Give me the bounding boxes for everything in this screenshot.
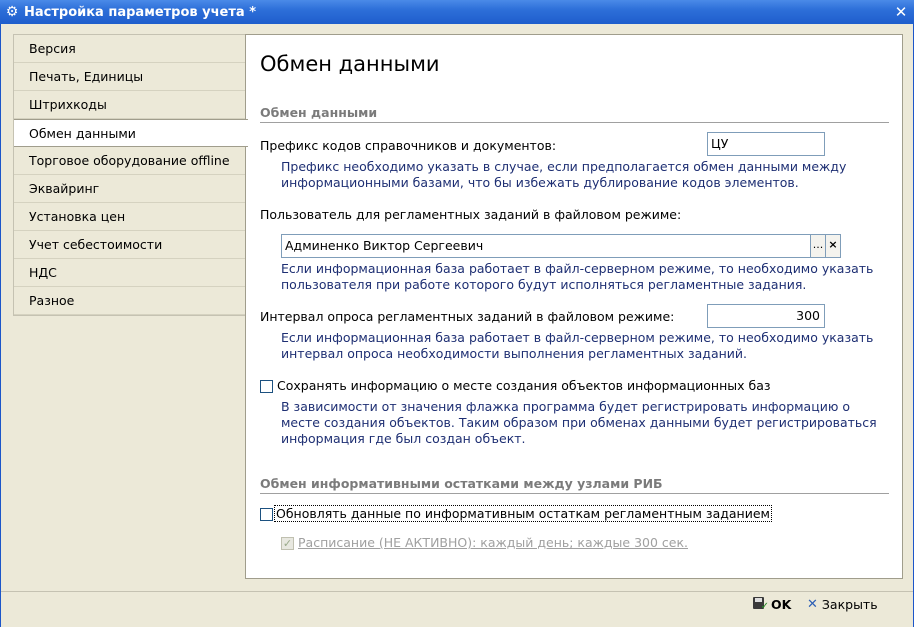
section-header-rib: Обмен информативными остатками между узл… [260, 476, 663, 491]
interval-hint-line-1: Если информационная база работает в файл… [281, 330, 874, 345]
interval-label: Интервал опроса регламентных заданий в ф… [260, 309, 675, 324]
schedule-link: Расписание (НЕ АКТИВНО): каждый день; ка… [298, 535, 688, 550]
prefix-hint-line-1: Префикс необходимо указать в случае, есл… [281, 159, 847, 174]
save-info-checkbox[interactable] [260, 380, 273, 393]
sidebar: Версия Печать, Единицы Штрихкоды Обмен д… [13, 34, 248, 316]
prefix-input[interactable]: ЦУ [707, 132, 825, 156]
user-label: Пользователь для регламентных заданий в … [260, 207, 682, 222]
sidebar-item-acquiring[interactable]: Эквайринг [14, 175, 245, 203]
sidebar-item-vat[interactable]: НДС [14, 259, 245, 287]
save-info-hint-line-2: месте создания объектов. Таким образом п… [281, 415, 877, 430]
sidebar-item-misc[interactable]: Разное [14, 287, 245, 315]
window-title: Настройка параметров учета * [24, 4, 257, 20]
prefix-label: Префикс кодов справочников и документов: [260, 138, 557, 153]
settings-window: Версия Печать, Единицы Штрихкоды Обмен д… [0, 24, 914, 627]
sidebar-item-offline-equipment[interactable]: Торговое оборудование offline [14, 147, 245, 175]
schedule-checkbox: ✓ [281, 537, 294, 550]
user-hint-line-2: пользователя при работе которого будут и… [281, 277, 807, 292]
ok-button-label: OK [771, 596, 792, 612]
title-bar[interactable]: ⚙ Настройка параметров учета * ✕ [0, 0, 914, 24]
ok-button[interactable]: ✓ OK [753, 594, 791, 614]
interval-hint-line-2: интервал опроса необходимости выполнения… [281, 346, 747, 361]
page-title: Обмен данными [260, 52, 440, 76]
user-input[interactable]: Админенко Виктор Сергеевич [281, 234, 811, 258]
close-window-button[interactable]: ✕ [892, 3, 910, 21]
section-divider [260, 122, 889, 123]
prefix-hint-line-2: информационными базами, что бы избежать … [281, 175, 799, 190]
user-hint-line-1: Если информационная база работает в файл… [281, 261, 874, 276]
user-clear-button[interactable]: × [825, 234, 841, 258]
section-divider [260, 493, 889, 494]
sidebar-item-version[interactable]: Версия [14, 35, 245, 63]
close-button[interactable]: ✕ Закрыть [807, 594, 878, 614]
save-info-hint-line-3: информация где был создан объект. [281, 431, 526, 446]
checkmark-icon: ✓ [282, 537, 293, 550]
content-panel: Обмен данными Обмен данными Префикс кодо… [245, 34, 903, 579]
sidebar-item-cost-accounting[interactable]: Учет себестоимости [14, 231, 245, 259]
section-header-exchange: Обмен данными [260, 105, 378, 120]
sidebar-item-print-units[interactable]: Печать, Единицы [14, 63, 245, 91]
sidebar-item-barcodes[interactable]: Штрихкоды [14, 91, 245, 119]
gear-icon: ⚙ [5, 4, 19, 20]
footer-divider [1, 591, 913, 592]
interval-input[interactable]: 300 [707, 304, 825, 328]
update-balances-checkbox[interactable] [260, 508, 273, 521]
update-balances-label[interactable]: Обновлять данные по информативным остатк… [274, 505, 772, 522]
close-icon: ✕ [807, 596, 818, 612]
save-info-label[interactable]: Сохранять информацию о месте создания об… [277, 378, 771, 393]
save-ok-icon: ✓ [753, 597, 769, 612]
sidebar-item-pricing[interactable]: Установка цен [14, 203, 245, 231]
sidebar-item-data-exchange[interactable]: Обмен данными [14, 119, 248, 147]
user-select-button[interactable]: ... [810, 234, 826, 258]
close-button-label: Закрыть [821, 596, 878, 612]
save-info-hint-line-1: В зависимости от значения флажка програм… [281, 399, 850, 414]
